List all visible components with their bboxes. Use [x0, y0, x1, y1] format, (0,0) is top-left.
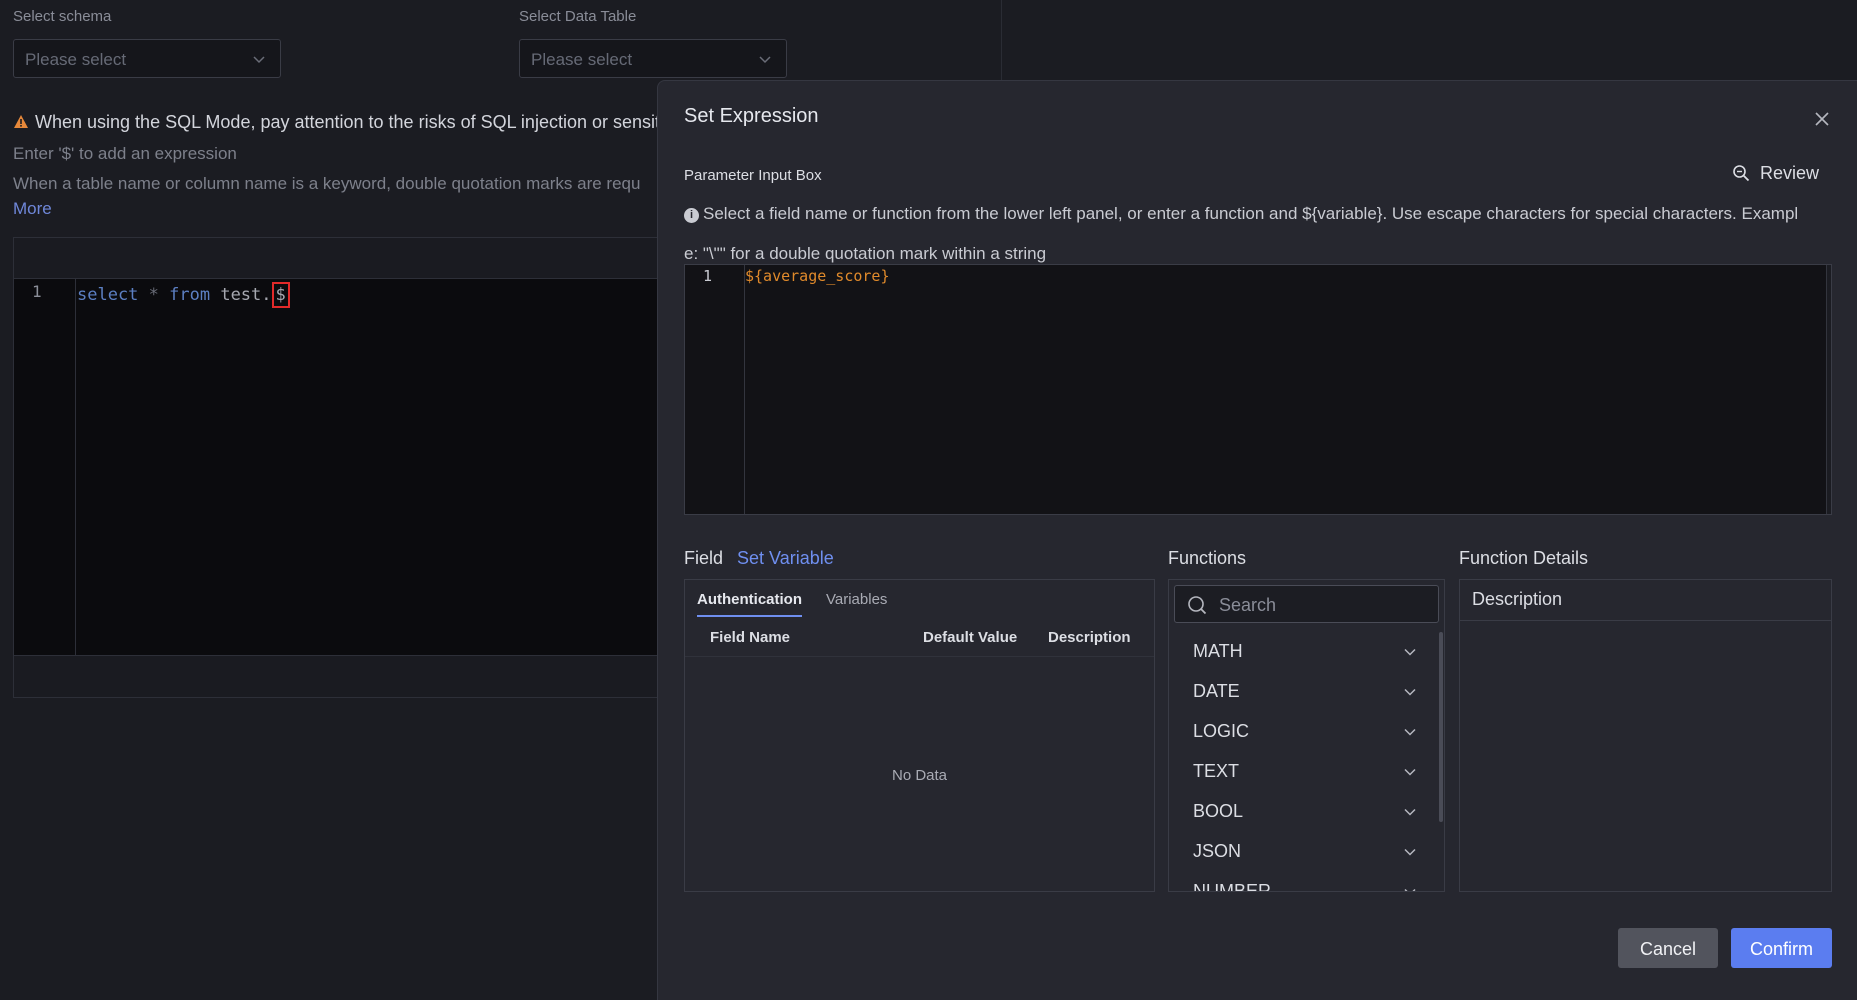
- sql-editor-toolbar: [14, 238, 712, 279]
- table-header-divider: [685, 656, 1154, 657]
- function-search-input[interactable]: [1217, 586, 1431, 624]
- chevron-down-icon: [1404, 728, 1416, 736]
- field-title: Field: [684, 548, 724, 568]
- chevron-down-icon: [1404, 688, 1416, 696]
- empty-state: No Data: [891, 767, 948, 784]
- function-category-label: TEXT: [1193, 761, 1240, 781]
- data-table-label: Select Data Table: [519, 8, 637, 25]
- chevron-down-icon: [1404, 768, 1416, 776]
- sql-warning-text: When using the SQL Mode, pay attention t…: [35, 112, 673, 132]
- review-label: Review: [1760, 163, 1820, 183]
- function-category-label: LOGIC: [1193, 721, 1250, 741]
- function-details-title: Function Details: [1459, 548, 1589, 568]
- sql-editor-footer: [14, 655, 712, 697]
- data-table-select-placeholder: Please select: [531, 50, 633, 69]
- dialog-title: Set Expression: [684, 105, 819, 127]
- field-section-header: Field Set Variable: [684, 548, 834, 569]
- sql-editor-gutter: [14, 279, 76, 656]
- column-description: Description: [1048, 629, 1131, 646]
- chevron-down-icon: [1404, 648, 1416, 656]
- schema-label: Select schema: [13, 8, 112, 25]
- function-category-logic[interactable]: LOGIC: [1169, 711, 1437, 751]
- function-category-number[interactable]: NUMBER: [1169, 871, 1437, 892]
- function-category-label: MATH: [1193, 641, 1243, 661]
- chevron-down-icon: [759, 56, 771, 64]
- code-table: test.: [210, 285, 272, 305]
- sql-warning: When using the SQL Mode, pay attention t…: [13, 112, 673, 133]
- functions-scrollbar[interactable]: [1439, 632, 1443, 822]
- close-icon[interactable]: [1811, 108, 1833, 130]
- function-category-text[interactable]: TEXT: [1169, 751, 1437, 791]
- parameter-info: i Select a field name or function from th…: [684, 194, 1832, 274]
- more-link[interactable]: More: [13, 199, 52, 219]
- schema-select-placeholder: Please select: [25, 50, 127, 69]
- chevron-down-icon: [1404, 848, 1416, 856]
- function-category-label: DATE: [1193, 681, 1240, 701]
- search-icon: [1188, 596, 1207, 615]
- highlighted-dollar: $: [271, 282, 290, 308]
- code-keyword-from: from: [169, 285, 211, 305]
- function-search[interactable]: [1174, 585, 1439, 624]
- line-number: 1: [703, 267, 713, 285]
- schema-select[interactable]: Please select: [13, 39, 281, 78]
- field-panel: Authentication Variables Field Name Defa…: [684, 579, 1155, 892]
- function-category-bool[interactable]: BOOL: [1169, 791, 1437, 831]
- parameter-input-label: Parameter Input Box: [684, 167, 822, 184]
- function-category-json[interactable]: JSON: [1169, 831, 1437, 871]
- warning-icon: [14, 115, 28, 128]
- data-table-select[interactable]: Please select: [519, 39, 787, 78]
- info-icon: i: [684, 208, 699, 223]
- tab-variables[interactable]: Variables: [826, 591, 887, 608]
- code-keyword-select: select: [77, 285, 139, 305]
- details-header-label: Description: [1472, 589, 1563, 609]
- chevron-down-icon: [253, 56, 265, 64]
- functions-title: Functions: [1168, 548, 1247, 568]
- chevron-down-icon: [1404, 888, 1416, 891]
- tab-authentication[interactable]: Authentication: [697, 591, 802, 617]
- column-default-value: Default Value: [923, 629, 1018, 646]
- info-text-line1: Select a field name or function from the…: [703, 204, 1799, 223]
- sql-code-line[interactable]: select * from test. $: [77, 282, 290, 308]
- chevron-down-icon: [1404, 808, 1416, 816]
- keyword-hint: When a table name or column name is a ke…: [13, 174, 641, 193]
- function-category-label: NUMBER: [1193, 881, 1272, 892]
- zoom-icon: [1733, 165, 1750, 182]
- review-button[interactable]: Review: [1732, 163, 1819, 184]
- set-variable-link[interactable]: Set Variable: [737, 548, 834, 568]
- function-category-math[interactable]: MATH: [1169, 631, 1437, 671]
- functions-panel: MATH DATE LOGIC TEXT BOOL JSON NUMBER: [1168, 579, 1445, 892]
- cancel-button[interactable]: Cancel: [1618, 928, 1718, 968]
- column-field-name: Field Name: [710, 629, 791, 646]
- function-category-date[interactable]: DATE: [1169, 671, 1437, 711]
- column-divider: [1001, 0, 1002, 80]
- expression-editor[interactable]: 1 ${average_score}: [684, 264, 1832, 515]
- code-star: *: [138, 285, 170, 305]
- expression-hint: Enter '$' to add an expression: [13, 144, 237, 163]
- confirm-button[interactable]: Confirm: [1731, 928, 1832, 968]
- line-number: 1: [32, 282, 42, 301]
- info-text-line2: e: "\"" for a double quotation mark with…: [684, 244, 1047, 263]
- function-details-panel: Description: [1459, 579, 1832, 892]
- function-category-label: JSON: [1193, 841, 1242, 861]
- expression-editor-gutter: [685, 265, 745, 514]
- expression-code[interactable]: ${average_score}: [745, 267, 890, 285]
- set-expression-dialog: Set Expression Parameter Input Box Revie…: [657, 80, 1857, 1000]
- editor-scrollbar[interactable]: [1826, 265, 1831, 514]
- function-category-label: BOOL: [1193, 801, 1244, 821]
- details-header: Description: [1460, 580, 1831, 621]
- sql-editor[interactable]: 1 select * from test. $: [13, 237, 713, 698]
